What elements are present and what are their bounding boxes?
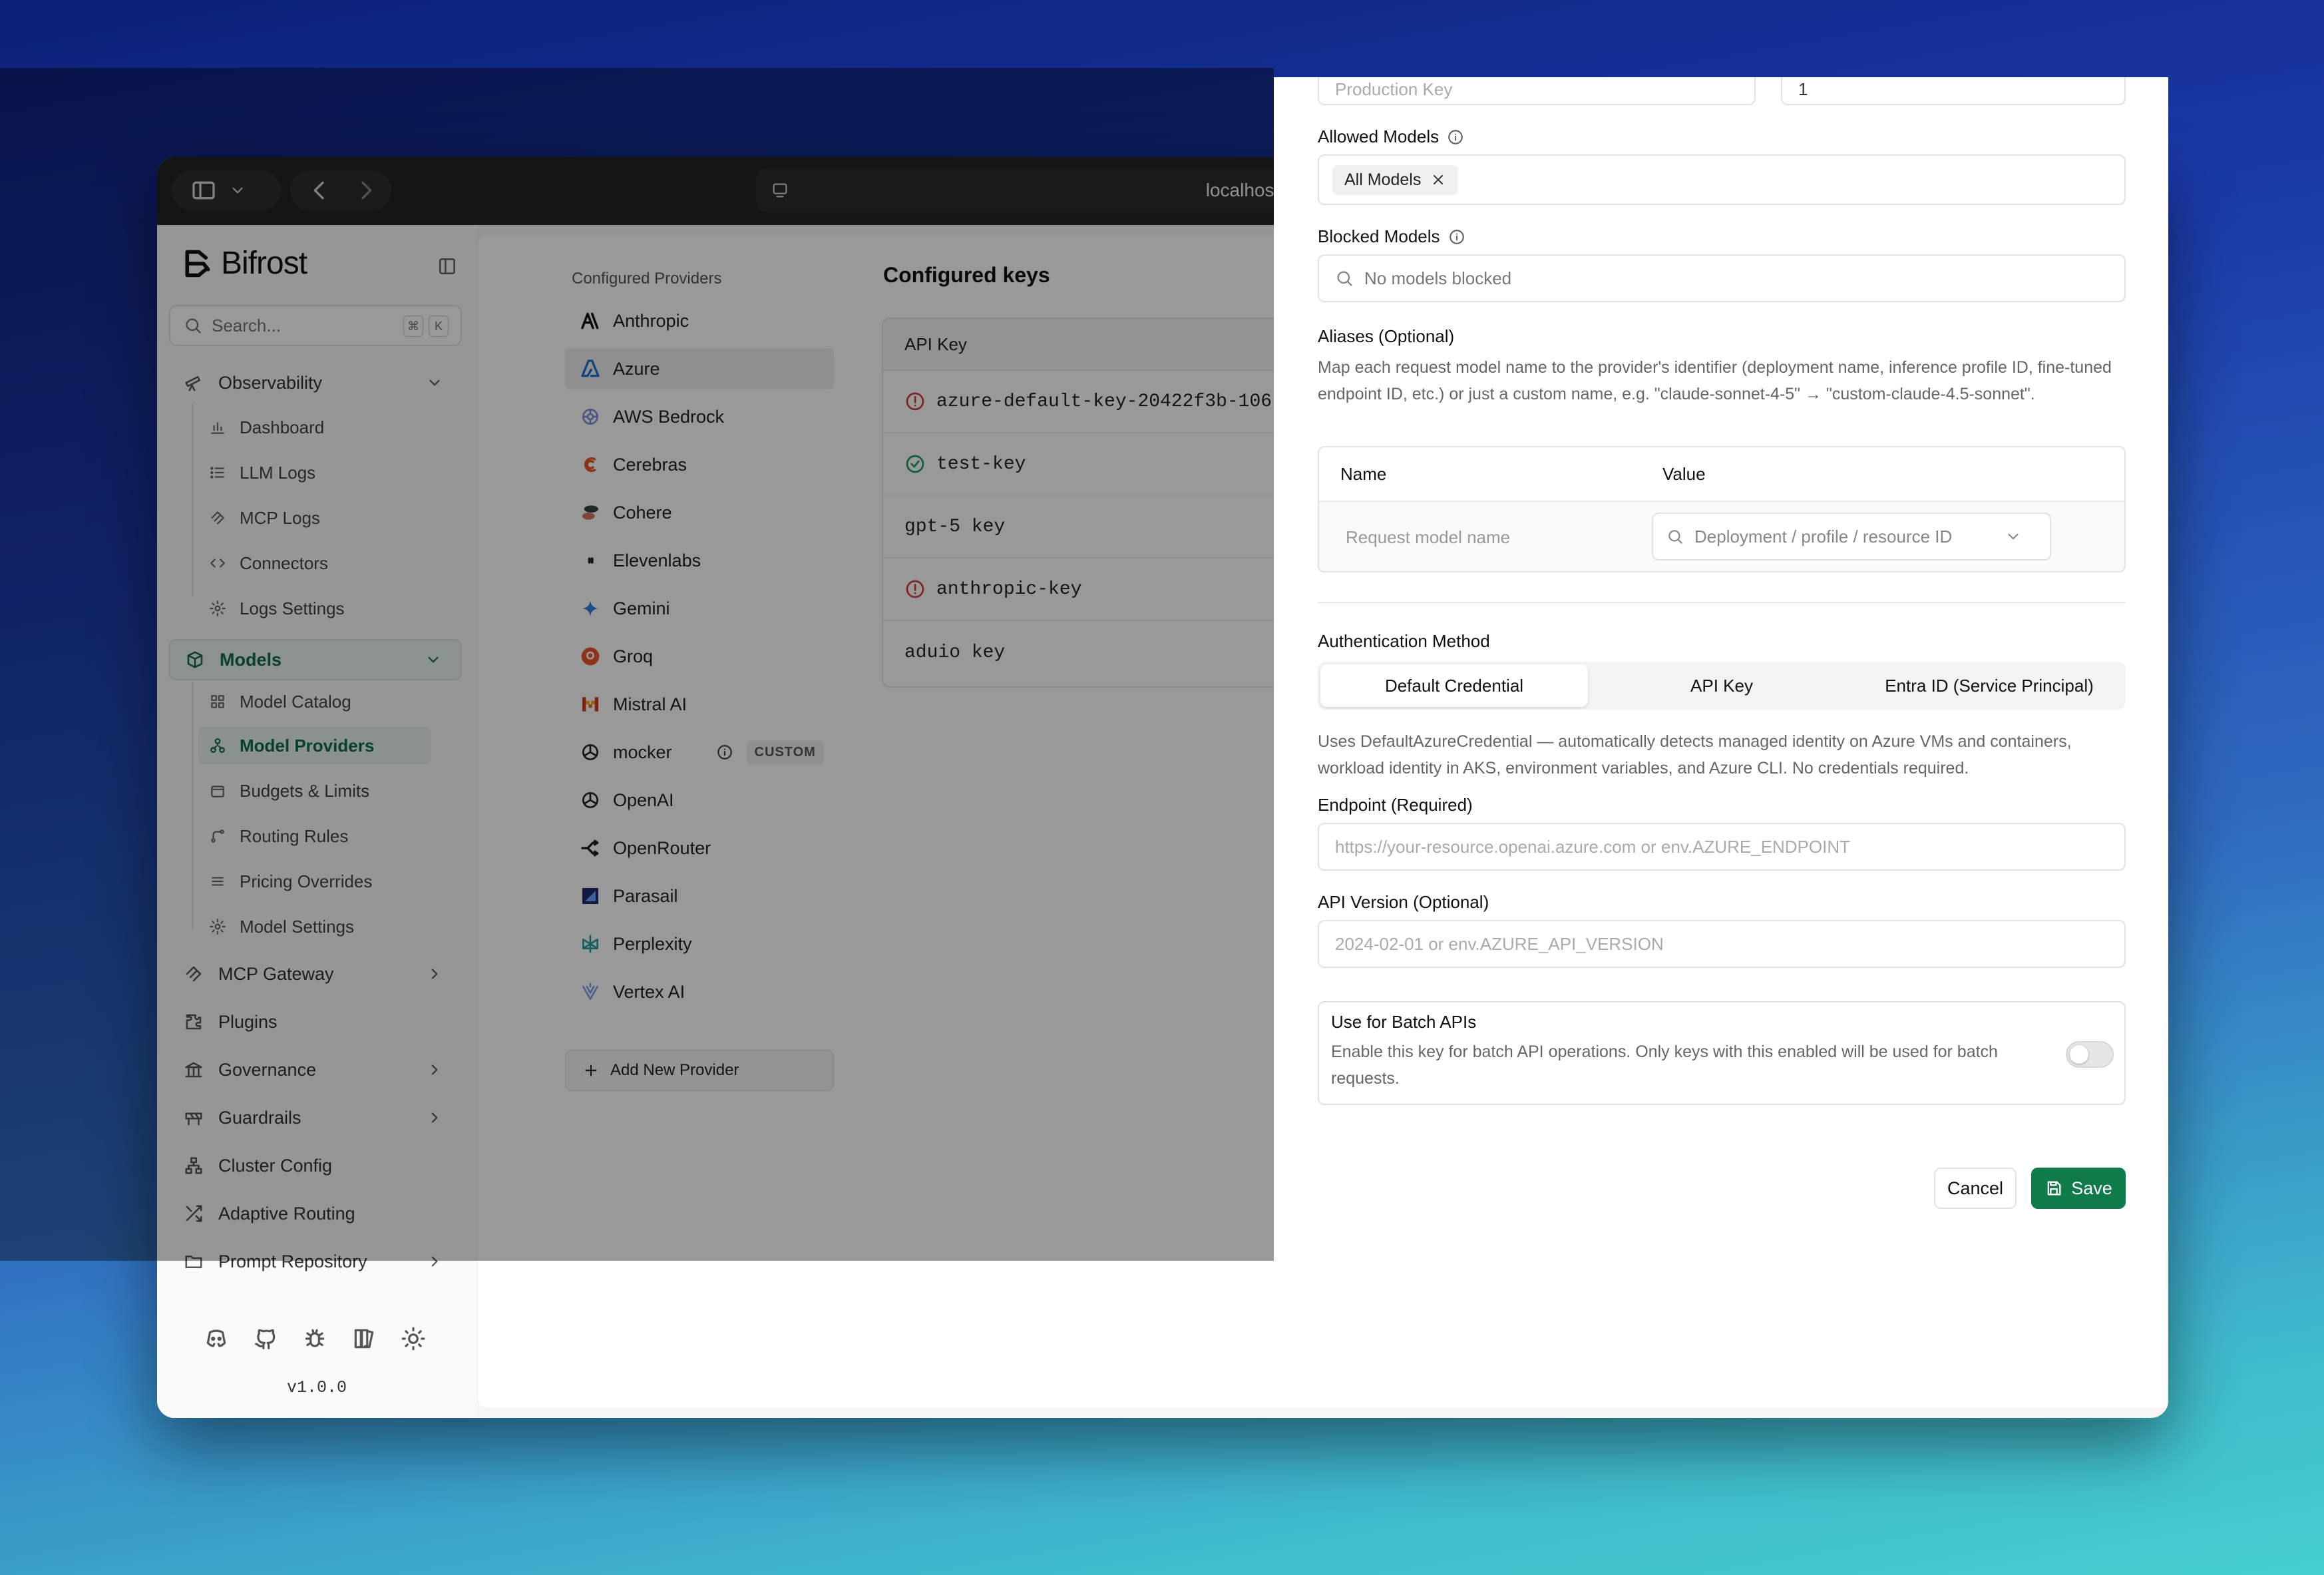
api-version-label: API Version (Optional) xyxy=(1318,892,1489,913)
batch-title: Use for Batch APIs xyxy=(1331,1012,1477,1032)
sun-icon[interactable] xyxy=(401,1326,426,1351)
search-icon xyxy=(1335,269,1354,288)
docs-icon[interactable] xyxy=(351,1326,377,1351)
allowed-models-input[interactable]: All Models xyxy=(1318,154,2126,205)
endpoint-placeholder: https://your-resource.openai.azure.com o… xyxy=(1335,836,1851,857)
label-text: Aliases (Optional) xyxy=(1318,326,1455,346)
save-button[interactable]: Save xyxy=(2031,1168,2126,1209)
alias-value-select[interactable]: Deployment / profile / resource ID xyxy=(1652,513,2051,561)
cancel-button[interactable]: Cancel xyxy=(1934,1168,2017,1209)
tab-default-credential[interactable]: Default Credential xyxy=(1320,664,1588,707)
key-weight-value: 1 xyxy=(1798,79,1808,99)
tab-api-key[interactable]: API Key xyxy=(1588,664,1855,707)
aliases-label: Aliases (Optional) xyxy=(1318,326,1454,347)
version-label: v1.0.0 xyxy=(286,1378,347,1397)
aliases-description: Map each request model name to the provi… xyxy=(1318,358,2112,403)
label-text: Authentication Method xyxy=(1318,631,1490,651)
label-text: API Version (Optional) xyxy=(1318,892,1489,912)
api-version-placeholder: 2024-02-01 or env.AZURE_API_VERSION xyxy=(1335,933,1664,954)
key-weight-input[interactable]: 1 xyxy=(1781,77,2126,105)
github-icon[interactable] xyxy=(253,1326,278,1351)
chevron-down-icon xyxy=(2005,528,2022,545)
search-icon xyxy=(1666,528,1684,545)
auth-method-label: Authentication Method xyxy=(1318,631,1490,652)
info-icon[interactable] xyxy=(1447,128,1464,146)
auth-method-tabs: Default Credential API Key Entra ID (Ser… xyxy=(1318,662,2126,710)
label-text: Blocked Models xyxy=(1318,226,1440,246)
batch-api-setting: Use for Batch APIs Enable this key for b… xyxy=(1318,1001,2126,1105)
blocked-models-label: Blocked Models xyxy=(1318,226,1465,247)
modal-overlay[interactable] xyxy=(0,68,1274,1261)
allowed-models-label: Allowed Models xyxy=(1318,126,1464,147)
key-name-input[interactable]: Production Key xyxy=(1318,77,1756,105)
label-text: Allowed Models xyxy=(1318,126,1440,146)
sidebar-footer xyxy=(204,1326,426,1351)
blocked-models-placeholder: No models blocked xyxy=(1364,268,1512,288)
discord-icon[interactable] xyxy=(204,1326,229,1351)
batch-toggle[interactable] xyxy=(2066,1041,2114,1068)
close-icon[interactable] xyxy=(1430,172,1446,188)
api-version-input[interactable]: 2024-02-01 or env.AZURE_API_VERSION xyxy=(1318,920,2126,968)
bug-icon[interactable] xyxy=(302,1326,327,1351)
alias-value-placeholder: Deployment / profile / resource ID xyxy=(1694,526,1953,547)
aliases-table: Name Value Request model name Deployment… xyxy=(1318,446,2126,572)
aliases-header: Name Value xyxy=(1319,447,2124,502)
batch-description: Enable this key for batch API operations… xyxy=(1331,1042,1998,1088)
endpoint-label: Endpoint (Required) xyxy=(1318,795,1473,815)
info-icon[interactable] xyxy=(1448,228,1465,246)
endpoint-input[interactable]: https://your-resource.openai.azure.com o… xyxy=(1318,823,2126,871)
auth-description: Uses DefaultAzureCredential — automatica… xyxy=(1318,732,2072,778)
key-config-sheet: Production Key 1 Allowed Models All Mode… xyxy=(1274,77,2168,1251)
chip-label: All Models xyxy=(1344,170,1422,189)
label-text: Endpoint (Required) xyxy=(1318,795,1473,815)
save-icon xyxy=(2044,1179,2063,1198)
column-header-name: Name xyxy=(1340,463,1387,484)
tab-entra-id[interactable]: Entra ID (Service Principal) xyxy=(1855,664,2123,707)
blocked-models-input[interactable]: No models blocked xyxy=(1318,254,2126,302)
column-header-value: Value xyxy=(1662,463,1706,484)
alias-row: Request model name Deployment / profile … xyxy=(1319,502,2124,571)
divider xyxy=(1318,602,2126,603)
save-label: Save xyxy=(2071,1178,2112,1198)
allowed-model-chip: All Models xyxy=(1332,164,1459,195)
alias-name-input[interactable]: Request model name xyxy=(1346,527,1510,548)
key-name-value: Production Key xyxy=(1335,79,1453,99)
